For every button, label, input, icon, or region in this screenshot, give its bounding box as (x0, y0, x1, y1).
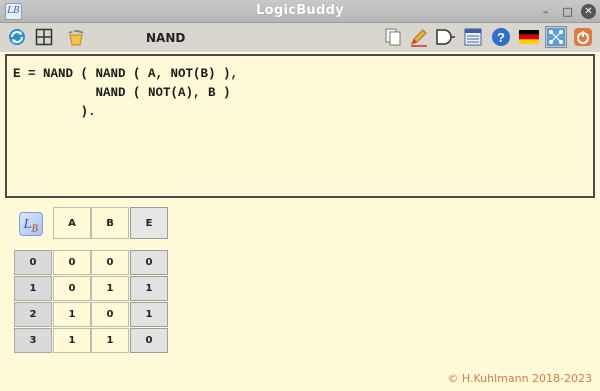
close-button[interactable]: ✕ (581, 4, 596, 19)
table-cell-b: 0 (91, 302, 129, 327)
network-icon[interactable] (545, 26, 567, 48)
copyright-notice: © H.Kuhlmann 2018-2023 (447, 372, 592, 385)
table-cell-a: 1 (53, 328, 91, 353)
table-cell-a: 1 (53, 302, 91, 327)
german-flag-icon[interactable] (518, 26, 540, 48)
table-cell-e[interactable]: 0 (130, 250, 168, 275)
table-header-b: B (91, 207, 129, 239)
table-cell-b: 1 (91, 276, 129, 301)
row-index: 3 (14, 328, 52, 353)
expression-editor[interactable]: E = NAND ( NAND ( A, NOT(B) ), NAND ( NO… (5, 54, 595, 198)
table-view-icon[interactable] (462, 26, 484, 48)
edit-icon[interactable] (408, 26, 430, 48)
row-index: 1 (14, 276, 52, 301)
power-icon[interactable] (572, 26, 594, 48)
minimize-button[interactable]: – (538, 4, 553, 19)
table-cell-b: 0 (91, 250, 129, 275)
gate-label: NAND (146, 31, 186, 45)
grid-icon[interactable] (33, 26, 55, 48)
expression-line: ). (13, 105, 96, 119)
expression-line: NAND ( NOT(A), B ) (13, 86, 231, 100)
refresh-icon[interactable] (6, 26, 28, 48)
copy-icon[interactable] (382, 26, 404, 48)
row-index: 2 (14, 302, 52, 327)
table-cell-b: 1 (91, 328, 129, 353)
row-index: 0 (14, 250, 52, 275)
table-cell-e[interactable]: 1 (130, 276, 168, 301)
svg-text:?: ? (497, 30, 505, 45)
window-title: LogicBuddy (256, 3, 344, 18)
table-cell-a: 0 (53, 276, 91, 301)
table-cell-e[interactable]: 0 (130, 328, 168, 353)
title-bar: LB LogicBuddy – □ ✕ (0, 0, 600, 23)
maximize-button[interactable]: □ (560, 4, 575, 19)
help-icon[interactable]: ? (490, 26, 512, 48)
app-logo: LB (16, 210, 46, 238)
clear-icon[interactable] (65, 26, 87, 48)
table-cell-a: 0 (53, 250, 91, 275)
gate-icon[interactable] (434, 26, 456, 48)
table-header-e[interactable]: E (130, 207, 168, 239)
toolbar: NAND ? (0, 23, 600, 52)
table-cell-e[interactable]: 1 (130, 302, 168, 327)
table-header-a: A (53, 207, 91, 239)
logicbuddy-logo-icon: LB (19, 212, 43, 236)
expression-line: E = NAND ( NAND ( A, NOT(B) ), (13, 67, 239, 81)
